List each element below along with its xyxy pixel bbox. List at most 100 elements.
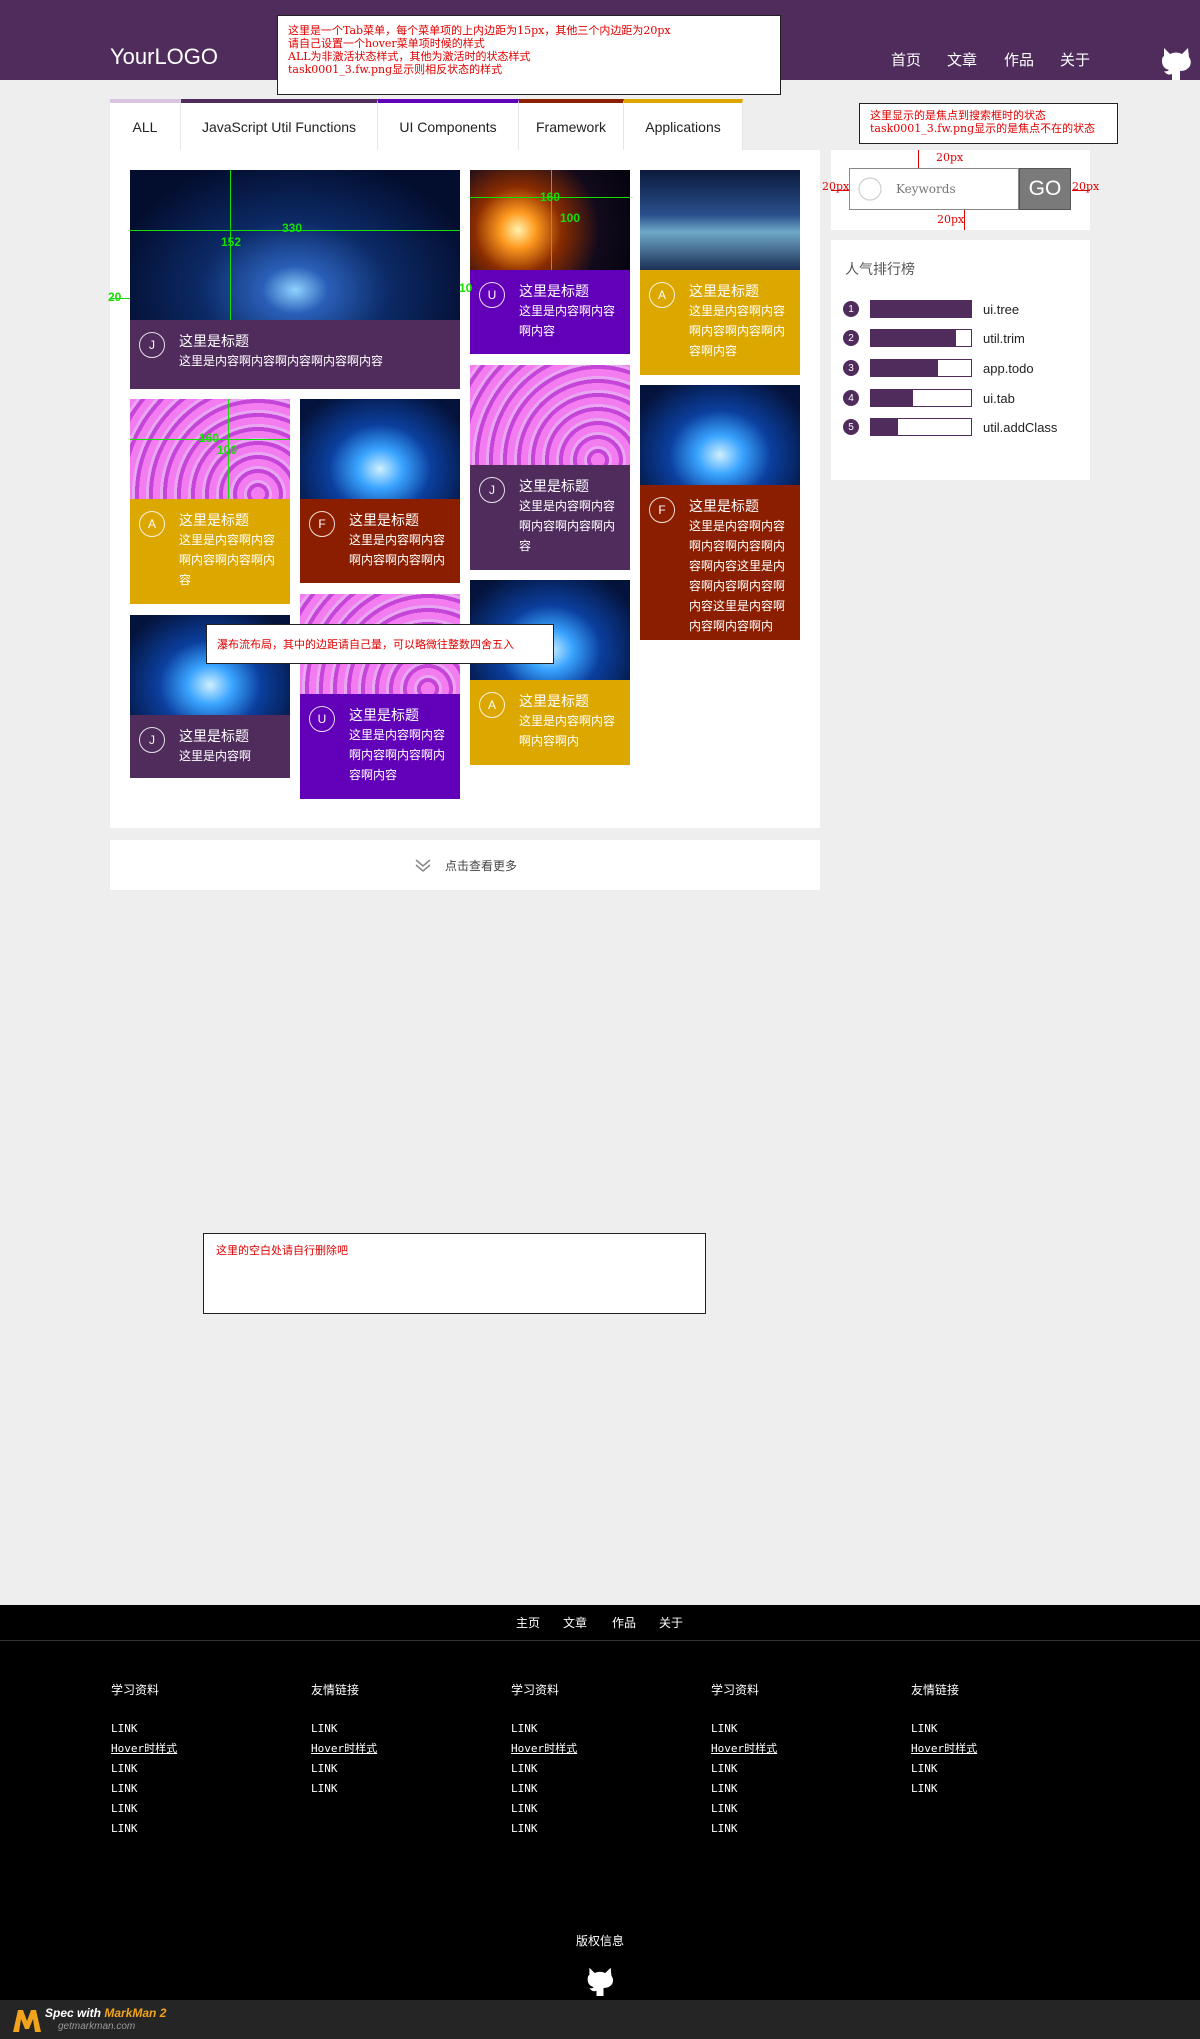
card[interactable]: F 这里是标题 这里是内容啊内容啊内容啊内容啊内 (300, 399, 460, 583)
note-line: 这里是一个Tab菜单，每个菜单项的上内边距为15px，其他三个内边距为20px (288, 24, 671, 37)
card-title: 这里是标题 (689, 283, 759, 299)
footer-nav-articles[interactable]: 文章 (563, 1614, 587, 1631)
tab-framework[interactable]: Framework (519, 99, 624, 150)
footer-column: 友情链接 LINK Hover时样式 LINK LINK (311, 1681, 377, 1795)
footer-link[interactable]: LINK (511, 1782, 577, 1795)
nav-about[interactable]: 关于 (1060, 52, 1090, 70)
card-badge-icon: A (479, 692, 505, 718)
tab-all[interactable]: ALL (110, 99, 181, 150)
footer-link[interactable]: LINK (911, 1762, 977, 1775)
ranking-item[interactable]: 5 util.addClass (843, 418, 1057, 436)
footer-link[interactable]: LINK (111, 1722, 177, 1735)
footer-link[interactable]: Hover时样式 (111, 1742, 177, 1755)
tab-ui-components[interactable]: UI Components (378, 99, 519, 150)
markman-logo-icon (13, 2010, 41, 2032)
footer-link[interactable]: LINK (711, 1762, 777, 1775)
markman-spec: Spec with (45, 2006, 102, 2020)
footer-link[interactable]: LINK (311, 1782, 377, 1795)
rank-number: 3 (843, 360, 859, 376)
card-desc: 这里是内容啊内容啊内容啊内容啊内容啊内容 (689, 304, 786, 358)
card-desc: 这里是内容啊内容啊内容啊内容啊内容 (519, 499, 616, 553)
rank-label[interactable]: util.addClass (983, 420, 1057, 435)
ranking-item[interactable]: 3 app.todo (843, 359, 1034, 377)
footer-link[interactable]: LINK (511, 1802, 577, 1815)
footer-link[interactable]: Hover时样式 (911, 1742, 977, 1755)
card-body: A 这里是标题 这里是内容啊内容啊内容啊内容啊内容 (130, 499, 290, 600)
footer-nav-home[interactable]: 主页 (516, 1614, 540, 1631)
rank-number: 4 (843, 390, 859, 406)
measure-label: 100 (217, 443, 238, 457)
footer-link[interactable]: Hover时样式 (711, 1742, 777, 1755)
card-body: U 这里是标题 这里是内容啊内容啊内容啊内容啊内容啊内容 (300, 694, 460, 795)
card-badge-icon: J (139, 332, 165, 358)
footer-nav-works[interactable]: 作品 (612, 1614, 636, 1631)
measure-label: 20px (937, 213, 965, 226)
measure-label: 160 (540, 190, 561, 204)
github-icon[interactable] (585, 1964, 615, 1998)
rank-bar-fill (871, 360, 938, 376)
rank-number: 2 (843, 330, 859, 346)
rank-label[interactable]: app.todo (983, 361, 1034, 376)
tab-applications[interactable]: Applications (624, 99, 743, 150)
footer-link[interactable]: LINK (711, 1722, 777, 1735)
rank-label[interactable]: ui.tree (983, 302, 1019, 317)
footer-link[interactable]: LINK (911, 1782, 977, 1795)
rank-label[interactable]: util.trim (983, 331, 1025, 346)
footer-link[interactable]: LINK (111, 1802, 177, 1815)
card[interactable]: A 这里是标题 这里是内容啊内容啊内容啊内容啊内容啊内容 (640, 170, 800, 375)
card[interactable]: J 这里是标题 这里是内容啊内容啊内容啊内容啊内容 (130, 170, 460, 389)
footer-link[interactable]: LINK (711, 1802, 777, 1815)
footer-column-title: 学习资料 (711, 1683, 760, 1697)
card-badge-icon: J (139, 727, 165, 753)
card-desc: 这里是内容啊内容啊内容啊内容啊内容啊内容 (349, 728, 446, 782)
measure-label: 20px (1072, 180, 1100, 193)
nav-works[interactable]: 作品 (1004, 52, 1034, 70)
footer-link[interactable]: LINK (711, 1782, 777, 1795)
search-annotation-note: 这里显示的是焦点到搜索框时的状态 task0001_3.fw.png显示的是焦点… (859, 103, 1118, 144)
footer-link[interactable]: LINK (111, 1762, 177, 1775)
nav-articles[interactable]: 文章 (947, 52, 977, 70)
card-image (470, 365, 630, 465)
card[interactable]: A 这里是标题 这里是内容啊内容啊内容啊内 (470, 580, 630, 765)
card-image (130, 399, 290, 499)
tab-javascript-util[interactable]: JavaScript Util Functions (181, 99, 378, 150)
card-badge-icon: F (309, 511, 335, 537)
footer-link[interactable]: LINK (111, 1822, 177, 1835)
search-input[interactable] (896, 179, 1012, 199)
ranking-item[interactable]: 1 ui.tree (843, 300, 1019, 318)
search-field[interactable] (849, 168, 1019, 210)
measure-label: 20px (822, 180, 850, 193)
load-more-button[interactable]: 点击查看更多 (110, 840, 820, 890)
ranking-item[interactable]: 2 util.trim (843, 329, 1025, 347)
card[interactable]: A 这里是标题 这里是内容啊内容啊内容啊内容啊内容 (130, 399, 290, 604)
rank-label[interactable]: ui.tab (983, 391, 1015, 406)
card-desc: 这里是内容啊内容啊内容 (519, 304, 616, 338)
footer-link[interactable]: LINK (111, 1782, 177, 1795)
card-body: U 这里是标题 这里是内容啊内容啊内容 (470, 270, 630, 351)
rank-bar (870, 329, 972, 347)
card[interactable]: F 这里是标题 这里是内容啊内容啊内容啊内容啊内容啊内容这里是内容啊内容啊内容啊… (640, 385, 800, 640)
footer-link[interactable]: LINK (911, 1722, 977, 1735)
footer-link[interactable]: Hover时样式 (311, 1742, 377, 1755)
footer-link[interactable]: LINK (511, 1822, 577, 1835)
card-image (470, 170, 630, 270)
footer-link[interactable]: LINK (511, 1722, 577, 1735)
footer-column-title: 学习资料 (111, 1683, 160, 1697)
footer-link[interactable]: LINK (711, 1822, 777, 1835)
card-body: A 这里是标题 这里是内容啊内容啊内容啊内 (470, 680, 630, 761)
card[interactable]: J 这里是标题 这里是内容啊内容啊内容啊内容啊内容 (470, 365, 630, 570)
nav-home[interactable]: 首页 (891, 52, 921, 70)
footer-column: 学习资料 LINK Hover时样式 LINK LINK LINK LINK (511, 1681, 577, 1835)
site-logo[interactable]: YourLOGO (110, 44, 218, 70)
footer-link[interactable]: Hover时样式 (511, 1742, 577, 1755)
search-go-button[interactable]: GO (1019, 168, 1071, 210)
github-icon[interactable] (1159, 44, 1193, 82)
footer-link[interactable]: LINK (311, 1722, 377, 1735)
footer-column-title: 学习资料 (511, 1683, 560, 1697)
footer-nav-about[interactable]: 关于 (659, 1614, 683, 1631)
ranking-item[interactable]: 4 ui.tab (843, 389, 1015, 407)
footer-link[interactable]: LINK (311, 1762, 377, 1775)
card-desc: 这里是内容啊内容啊内容啊内容啊内 (349, 533, 446, 567)
card-title: 这里是标题 (349, 707, 419, 723)
footer-link[interactable]: LINK (511, 1762, 577, 1775)
